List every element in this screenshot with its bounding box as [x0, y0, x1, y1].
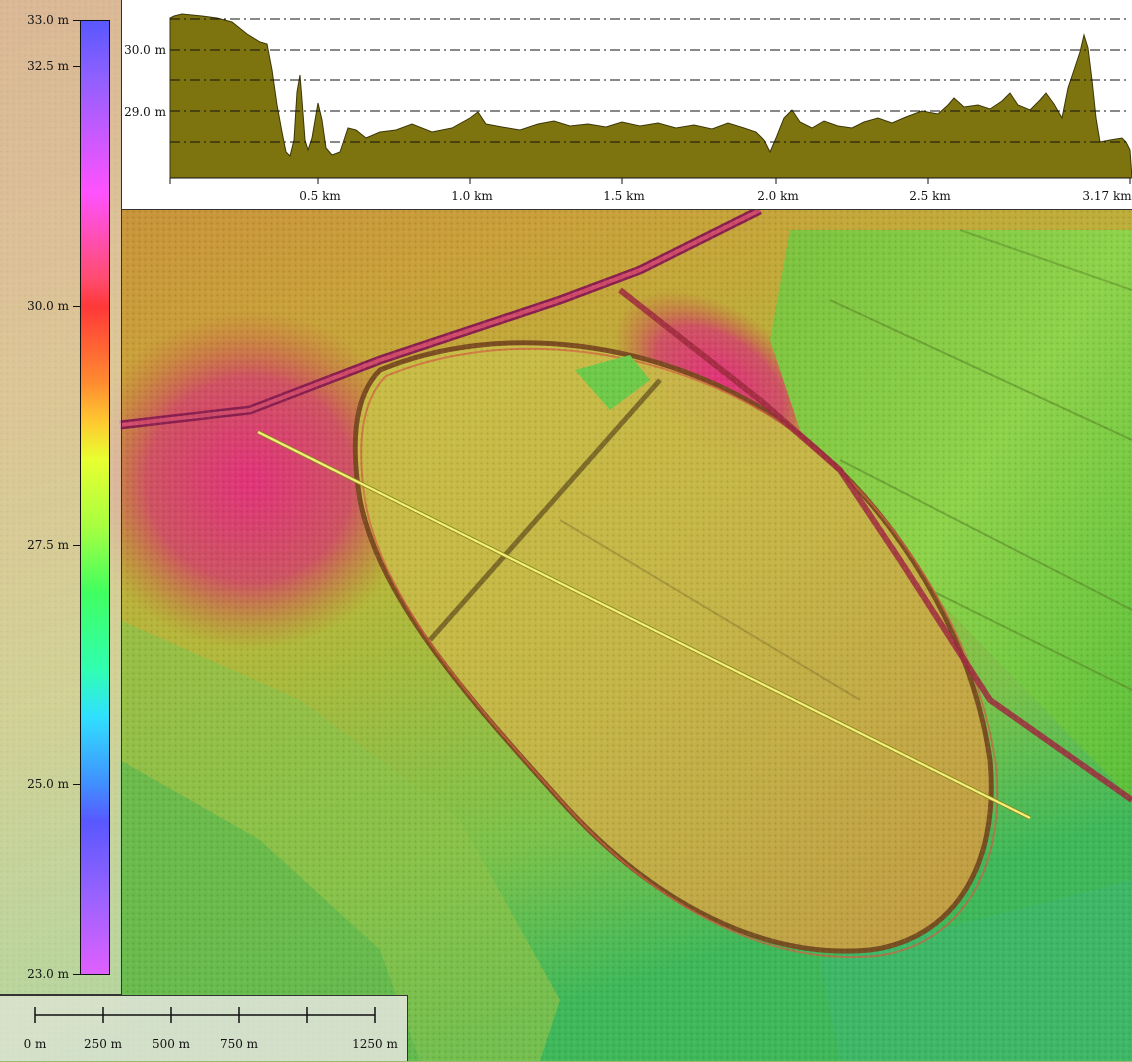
x-tick-label: 3.17 km — [1082, 189, 1132, 203]
legend-label: 23.0 m — [6, 966, 80, 982]
legend-label: 25.0 m — [6, 776, 80, 792]
x-tick-label: 1.0 km — [451, 189, 493, 203]
scale-label: 1250 m — [352, 1037, 398, 1051]
elevation-profile-panel: 30.0 m 29.0 m 0.5 km 1.0 km 1.5 km 2.0 k… — [122, 0, 1132, 210]
y-tick-label: 30.0 m — [124, 43, 167, 57]
scale-label: 500 m — [152, 1037, 191, 1051]
legend-label: 33.0 m — [6, 12, 80, 28]
x-tick-label: 2.5 km — [909, 189, 951, 203]
elevation-legend: 33.0 m 32.5 m 30.0 m 27.5 m 25.0 m 23.0 … — [0, 0, 122, 995]
scale-label: 0 m — [24, 1037, 47, 1051]
x-tick-label: 0.5 km — [299, 189, 341, 203]
elevation-color-ramp — [80, 20, 110, 975]
x-tick-label: 1.5 km — [603, 189, 645, 203]
y-tick-label: 29.0 m — [124, 105, 167, 119]
x-tick-label: 2.0 km — [757, 189, 799, 203]
scale-label: 750 m — [220, 1037, 259, 1051]
legend-label: 32.5 m — [6, 58, 80, 74]
legend-label: 27.5 m — [6, 537, 80, 553]
scale-bar: 0 m 250 m 500 m 750 m 1250 m — [0, 995, 408, 1061]
scale-label: 250 m — [84, 1037, 123, 1051]
x-axis-ticks — [169, 178, 1131, 184]
profile-area — [169, 13, 1132, 179]
legend-label: 30.0 m — [6, 298, 80, 314]
